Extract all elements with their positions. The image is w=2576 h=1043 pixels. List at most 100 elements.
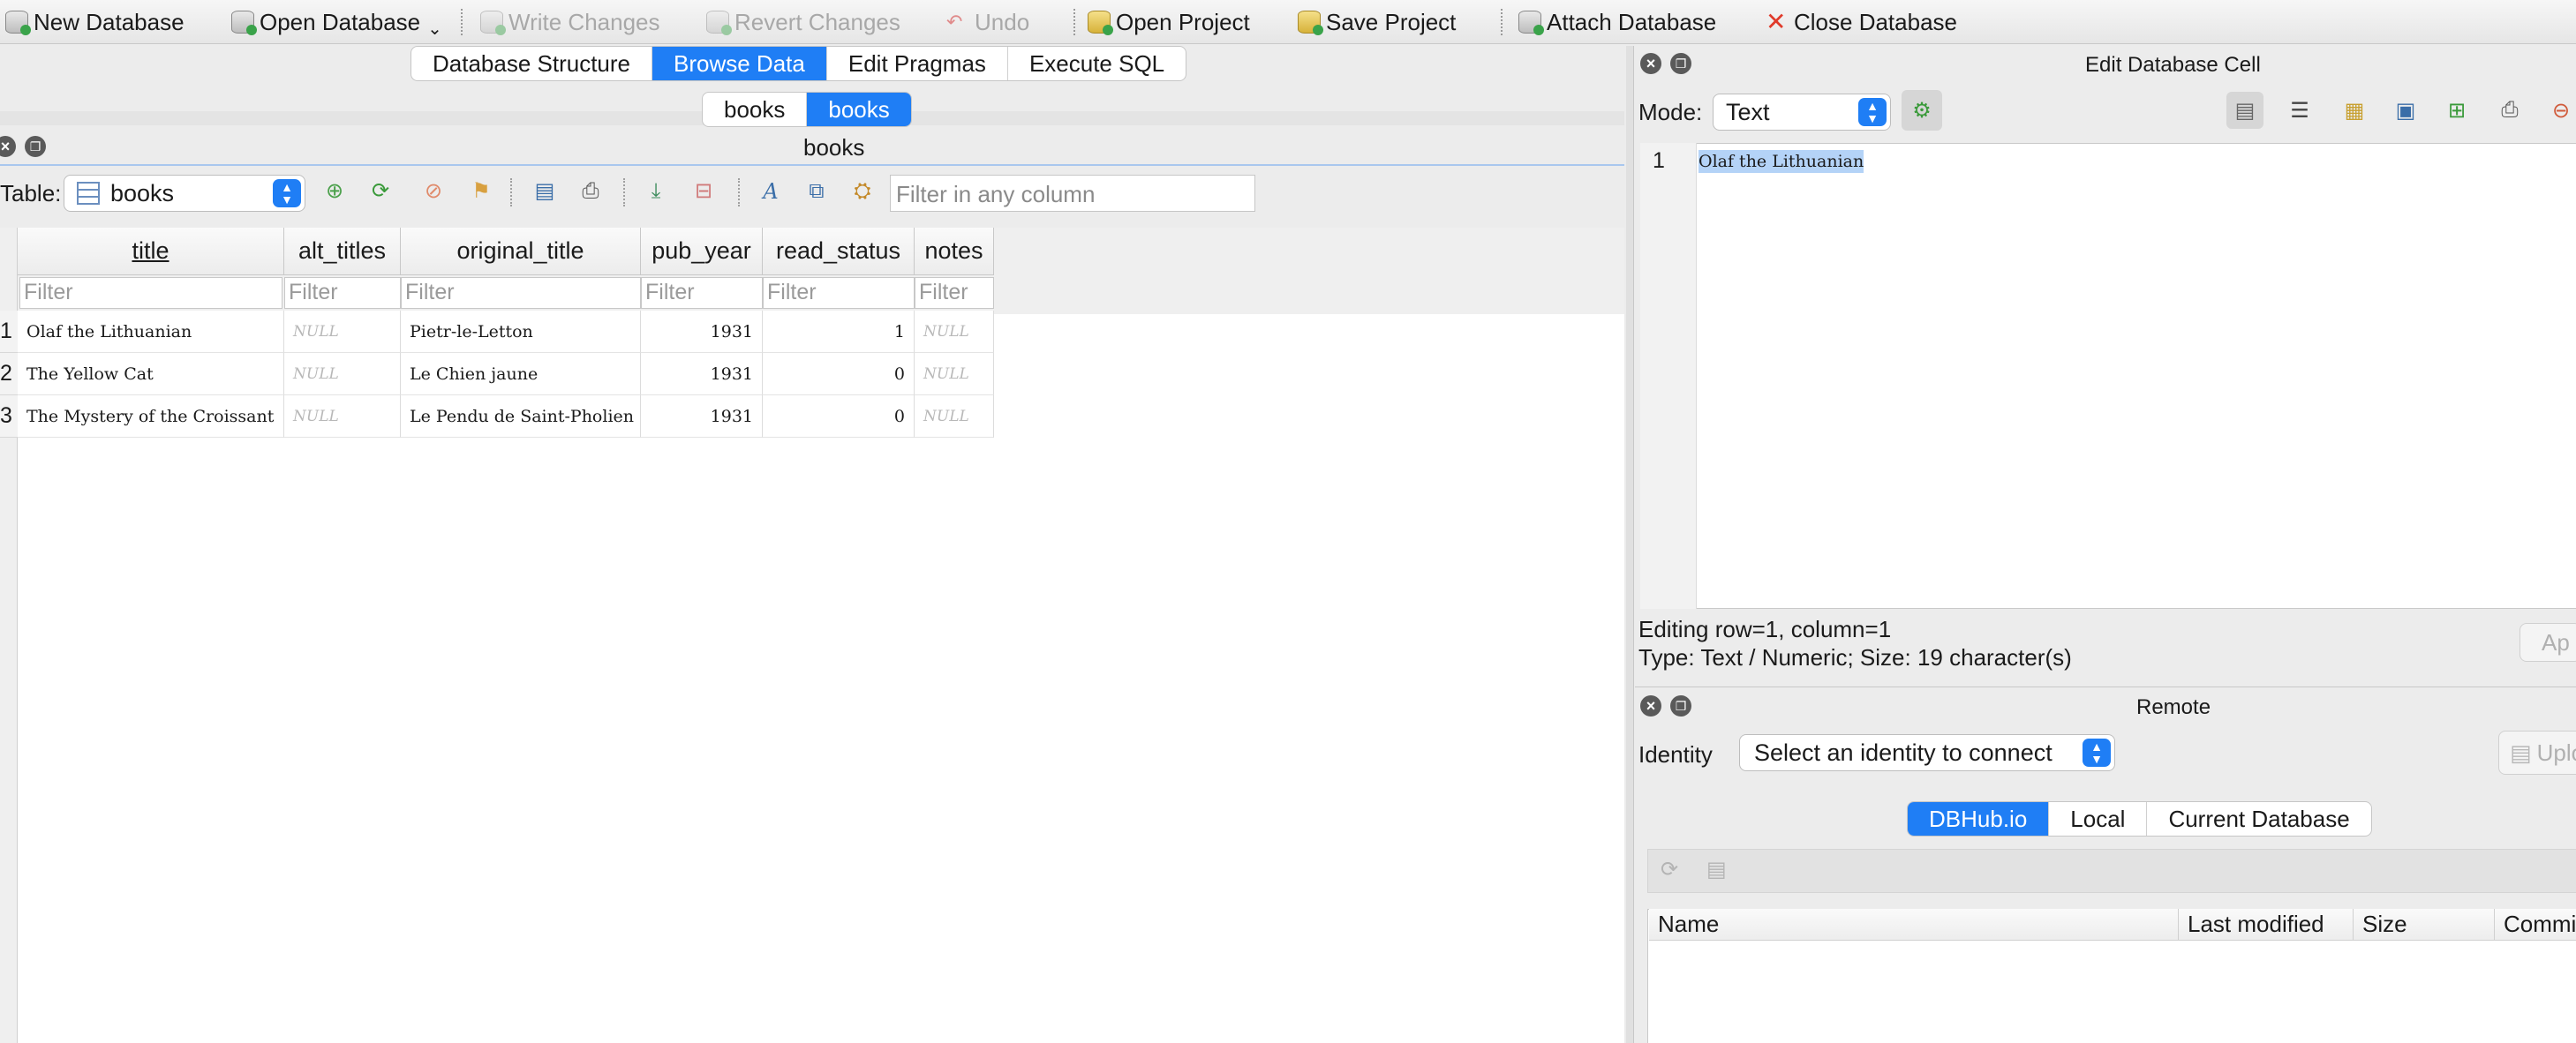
close-icon: ✕ — [1766, 8, 1787, 35]
table-cell[interactable]: NULL — [284, 353, 401, 395]
chevron-down-icon[interactable]: ⌄ — [427, 18, 442, 40]
tab-dbhub[interactable]: DBHub.io — [1908, 802, 2050, 836]
table-cell[interactable]: NULL — [284, 311, 401, 353]
column-filter-input[interactable]: Filter — [284, 277, 401, 309]
copy-format-icon[interactable]: ⧉ — [803, 178, 830, 205]
open-project-button[interactable]: Open Project — [1088, 5, 1250, 39]
undo-icon: ↶ — [946, 11, 963, 33]
cell-editor-text[interactable]: Olaf the Lithuanian — [1699, 150, 1864, 173]
table-cell[interactable]: NULL — [915, 311, 994, 353]
column-filter-input[interactable]: Filter — [763, 277, 915, 309]
row-number[interactable]: 1 — [0, 311, 18, 353]
new-database-button[interactable]: New Database — [5, 5, 185, 39]
mode-select[interactable]: Text ▲ ▼ — [1713, 94, 1891, 131]
print-icon[interactable]: ⎙ — [577, 178, 604, 205]
export-icon[interactable]: ▣ — [2387, 92, 2424, 129]
float-icon[interactable]: ❐ — [1670, 53, 1691, 74]
table-cell[interactable]: Le Pendu de Saint-Pholien — [401, 395, 641, 438]
indent-icon[interactable]: ☰ — [2281, 92, 2318, 129]
tab-execute-sql[interactable]: Execute SQL — [1008, 47, 1186, 80]
column-header-title[interactable]: title — [18, 228, 284, 275]
conditional-format-icon[interactable]: ⛭ — [849, 178, 876, 205]
tab-local[interactable]: Local — [2049, 802, 2148, 836]
print-icon[interactable]: ⎙ — [2491, 92, 2528, 129]
column-header-alt-titles[interactable]: alt_titles — [284, 228, 401, 275]
upload-button[interactable]: ▤ Uplo — [2498, 731, 2576, 775]
column-filter-input[interactable]: Filter — [19, 277, 282, 309]
save-filter-icon[interactable]: ⚑ — [468, 178, 494, 205]
tab-edit-pragmas[interactable]: Edit Pragmas — [827, 47, 1008, 80]
table-cell[interactable]: The Yellow Cat — [18, 353, 284, 395]
attach-database-button[interactable]: Attach Database — [1518, 5, 1716, 39]
column-header-commit[interactable]: Commi — [2495, 909, 2576, 941]
row-number[interactable]: 3 — [0, 395, 18, 438]
write-changes-button[interactable]: Write Changes — [480, 5, 660, 39]
panel-title: books — [803, 134, 865, 161]
filter-any-column-input[interactable]: Filter in any column — [890, 175, 1255, 212]
table-cell[interactable]: 0 — [763, 353, 915, 395]
table-cell[interactable]: NULL — [284, 395, 401, 438]
identity-select[interactable]: Select an identity to connect ▲ ▼ — [1739, 734, 2115, 771]
float-icon[interactable]: ❐ — [1670, 695, 1691, 717]
refresh-icon[interactable]: ⟳ — [1661, 857, 1678, 882]
table-icon — [77, 182, 100, 205]
cell-editor[interactable] — [1640, 143, 2576, 609]
table-cell[interactable]: NULL — [915, 353, 994, 395]
row-number[interactable]: 2 — [0, 353, 18, 395]
refresh-icon[interactable]: ⟳ — [367, 178, 394, 205]
set-null-icon[interactable]: ⊞ — [2438, 92, 2475, 129]
import-icon[interactable]: ▦ — [2336, 92, 2373, 129]
column-filter-input[interactable]: Filter — [641, 277, 763, 309]
auto-switch-mode-icon[interactable]: ⚙ — [1902, 90, 1942, 131]
tab-current-database[interactable]: Current Database — [2147, 802, 2370, 836]
tab-browse-data[interactable]: Browse Data — [652, 47, 827, 80]
table-cell[interactable]: 0 — [763, 395, 915, 438]
revert-changes-button[interactable]: Revert Changes — [706, 5, 900, 39]
word-wrap-icon[interactable]: ▤ — [2226, 92, 2263, 129]
table-cell[interactable]: Pietr-le-Letton — [401, 311, 641, 353]
table-cell[interactable]: Le Chien jaune — [401, 353, 641, 395]
close-icon[interactable]: × — [1640, 695, 1661, 717]
browse-tab-bar: books books — [702, 92, 912, 127]
editing-info: Editing row=1, column=1 — [1638, 616, 1892, 642]
close-database-button[interactable]: ✕ Close Database — [1766, 5, 1957, 39]
table-cell[interactable]: 1931 — [641, 395, 763, 438]
tab-database-structure[interactable]: Database Structure — [411, 47, 653, 80]
table-cell[interactable]: NULL — [915, 395, 994, 438]
float-icon[interactable]: ❐ — [25, 136, 46, 157]
apply-button[interactable]: Ap — [2520, 623, 2576, 662]
column-header-pub-year[interactable]: pub_year — [641, 228, 763, 275]
column-header-read-status[interactable]: read_status — [763, 228, 915, 275]
delete-record-icon[interactable]: ⊟ — [690, 178, 717, 205]
table-cell[interactable]: Olaf the Lithuanian — [18, 311, 284, 353]
add-record-icon[interactable]: ⊕ — [321, 178, 348, 205]
save-project-button[interactable]: Save Project — [1298, 5, 1456, 39]
table-select[interactable]: books ▲ ▼ — [64, 175, 305, 212]
table-cell[interactable]: 1931 — [641, 311, 763, 353]
clone-icon[interactable]: ▤ — [1706, 857, 1727, 882]
tab-books[interactable]: books — [703, 93, 808, 126]
clear-icon[interactable]: ⊖ — [2542, 92, 2576, 129]
clear-filters-icon[interactable]: ⊘ — [420, 178, 447, 205]
column-header-notes[interactable]: notes — [915, 228, 994, 275]
dock-splitter[interactable] — [1626, 46, 1633, 1043]
open-database-button[interactable]: Open Database ⌄ — [231, 5, 442, 39]
column-header-original-title[interactable]: original_title — [401, 228, 641, 275]
column-filter-input[interactable]: Filter — [915, 277, 994, 309]
export-icon[interactable]: ▤ — [531, 178, 558, 205]
table-cell[interactable]: 1 — [763, 311, 915, 353]
column-header-name[interactable]: Name — [1649, 909, 2179, 941]
undo-button[interactable]: ↶ Undo — [946, 5, 1029, 39]
tab-books-active[interactable]: books — [807, 93, 911, 126]
column-header-size[interactable]: Size — [2354, 909, 2495, 941]
insert-values-icon[interactable]: ⤓ — [643, 178, 669, 205]
line-number: 1 — [1640, 143, 1697, 609]
font-icon[interactable]: A — [757, 178, 784, 205]
main-tab-bar: Database Structure Browse Data Edit Prag… — [411, 46, 1187, 81]
column-filter-input[interactable]: Filter — [401, 277, 641, 309]
column-header-last-modified[interactable]: Last modified — [2179, 909, 2354, 941]
table-cell[interactable]: 1931 — [641, 353, 763, 395]
close-icon[interactable]: × — [1640, 53, 1661, 74]
table-cell[interactable]: The Mystery of the Croissant — [18, 395, 284, 438]
attach-database-icon — [1518, 11, 1544, 35]
